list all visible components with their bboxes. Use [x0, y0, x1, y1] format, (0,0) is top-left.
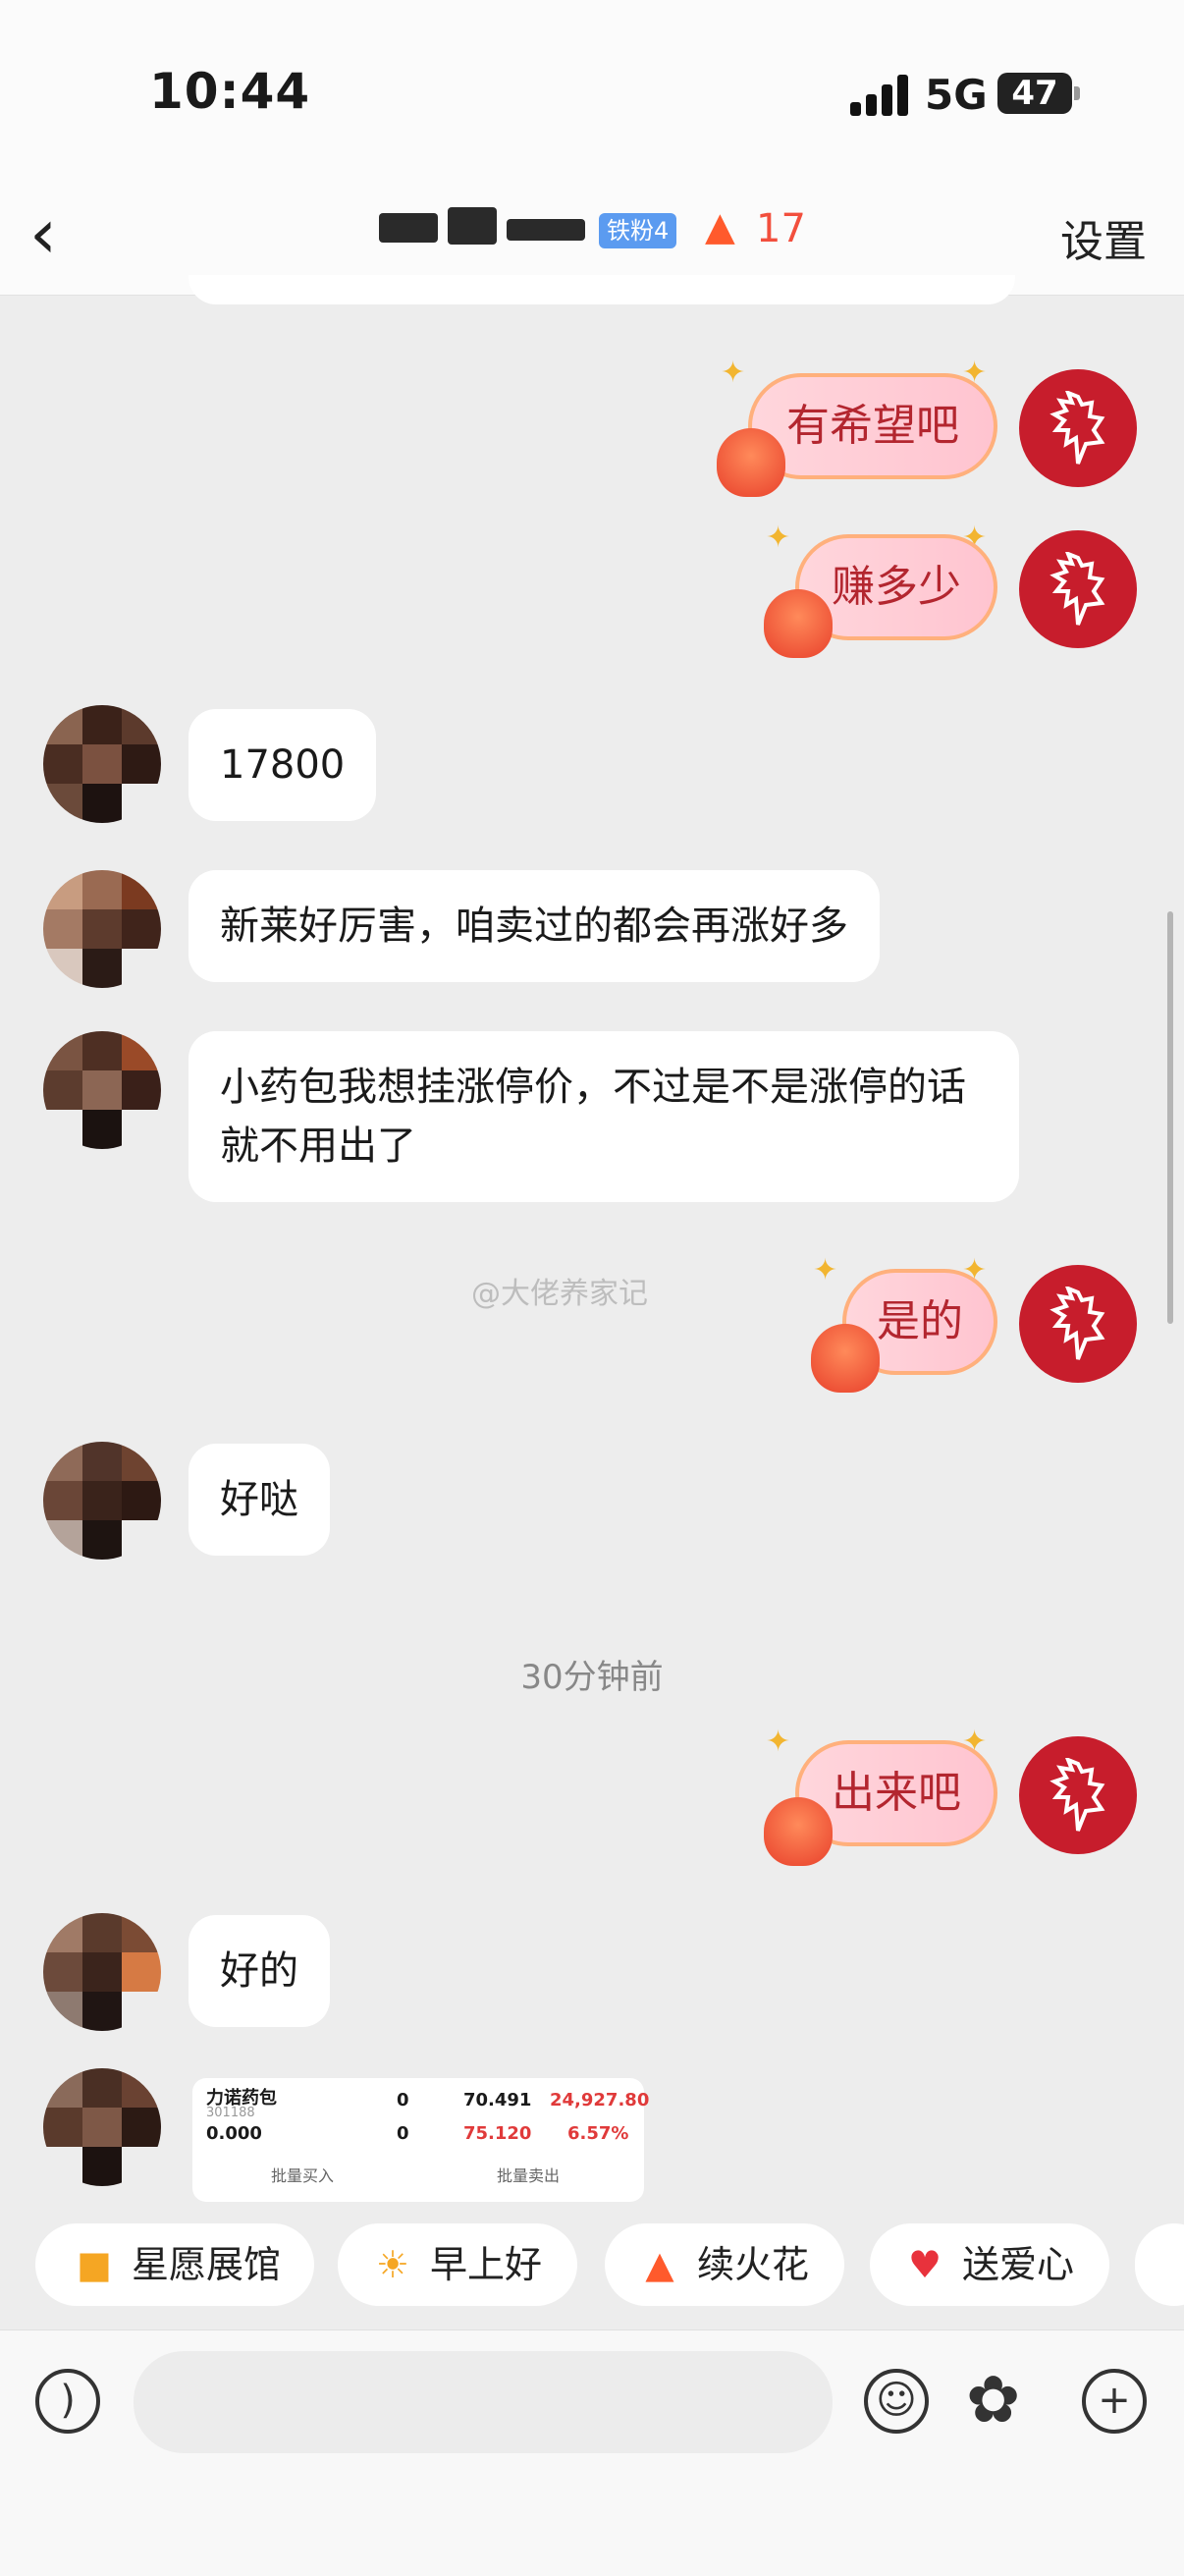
- message-bubble-left[interactable]: 小药包我想挂涨停价，不过是不是涨停的话就不用出了: [188, 1031, 1019, 1202]
- contact-avatar[interactable]: [43, 1913, 161, 2031]
- settings-button[interactable]: 设置: [1060, 206, 1147, 269]
- my-avatar[interactable]: [1019, 369, 1137, 487]
- time-divider: 30分钟前: [520, 1658, 664, 1697]
- stock-code: 301188: [206, 2106, 255, 2120]
- contact-avatar[interactable]: [43, 705, 161, 823]
- sparkle-icon: ✦: [766, 1725, 791, 1759]
- my-avatar[interactable]: [1019, 1736, 1137, 1854]
- plus-icon[interactable]: +: [1082, 2369, 1147, 2434]
- my-avatar[interactable]: [1019, 530, 1137, 648]
- sparkle-icon: ✦: [766, 521, 791, 555]
- fan-level-badge: 铁粉4: [599, 213, 677, 248]
- quick-action-label: 早上好: [430, 2243, 543, 2286]
- message-bubble-left[interactable]: 17800: [188, 709, 377, 821]
- quick-action-label: 星愿展馆: [132, 2243, 282, 2286]
- sticker-icon[interactable]: ✿: [966, 2363, 1020, 2438]
- contact-avatar[interactable]: [43, 870, 161, 988]
- contact-avatar[interactable]: [43, 1031, 161, 1149]
- lucky-bag-icon: [717, 428, 785, 497]
- quick-action-good-morning[interactable]: ☀ 早上好: [338, 2223, 577, 2306]
- sparkle-icon: ✦: [813, 1253, 838, 1288]
- contact-avatar[interactable]: [43, 1442, 161, 1560]
- quick-action-send-love[interactable]: ♥ 送爱心: [870, 2223, 1109, 2306]
- quick-action-continue-spark[interactable]: ▲ 续火花: [605, 2223, 844, 2306]
- stock-cell: 6.57%: [567, 2123, 629, 2144]
- message-bubble-right[interactable]: 有希望吧: [748, 373, 997, 479]
- lucky-bag-icon: [764, 589, 833, 658]
- heart-icon: ♥: [907, 2243, 942, 2286]
- quick-action-label: 送爱心: [962, 2243, 1075, 2286]
- network-type: 5G: [925, 71, 988, 119]
- message-input[interactable]: [134, 2351, 833, 2453]
- my-avatar[interactable]: [1019, 1265, 1137, 1383]
- lucky-bag-icon: [764, 1797, 833, 1866]
- stock-cell: 0: [397, 2123, 409, 2144]
- voice-icon[interactable]: ): [35, 2369, 100, 2434]
- emoji-icon[interactable]: ☺: [864, 2369, 929, 2434]
- quick-action-label: 续火花: [697, 2243, 810, 2286]
- stock-screenshot-message[interactable]: 力诺药包 301188 0 70.491 24,927.80 0.000 0 7…: [192, 2078, 649, 2202]
- quick-action-gallery[interactable]: ■ 星愿展馆: [35, 2223, 314, 2306]
- stock-cell: 75.120: [463, 2123, 532, 2144]
- message-bubble-left[interactable]: 好哒: [188, 1444, 330, 1556]
- flame-icon: ▲: [705, 204, 735, 249]
- signal-icon: [850, 73, 909, 116]
- sparkle-icon: ✦: [721, 356, 746, 390]
- gallery-icon: ■: [77, 2243, 112, 2286]
- stock-cell: 24,927.80: [550, 2090, 650, 2110]
- lucky-bag-icon: [811, 1324, 880, 1393]
- streak-count: 17: [756, 206, 806, 251]
- message-bubble-left[interactable]: 新莱好厉害，咱卖过的都会再涨好多: [188, 870, 880, 982]
- message-bubble-left[interactable]: 好的: [188, 1915, 330, 2027]
- contact-avatar[interactable]: [43, 2068, 161, 2186]
- battery-icon: 47: [997, 73, 1072, 114]
- stock-cell: 70.491: [463, 2090, 532, 2110]
- battery-tip: [1074, 86, 1080, 100]
- watermark: @大佬养家记: [471, 1277, 648, 1311]
- batch-buy-label: 批量买入: [271, 2166, 335, 2185]
- stock-cell: 0.000: [206, 2123, 262, 2144]
- sun-face-icon: ☀: [375, 2243, 410, 2286]
- previous-message-bubble: [188, 275, 1015, 304]
- chat-name-redacted: [379, 201, 585, 255]
- batch-sell-label: 批量卖出: [497, 2166, 561, 2185]
- status-time: 10:44: [149, 63, 311, 120]
- stock-cell: 0: [397, 2090, 409, 2110]
- flame-icon: ▲: [645, 2243, 674, 2286]
- scrollbar[interactable]: [1167, 911, 1173, 1324]
- back-icon[interactable]: ‹: [29, 194, 88, 273]
